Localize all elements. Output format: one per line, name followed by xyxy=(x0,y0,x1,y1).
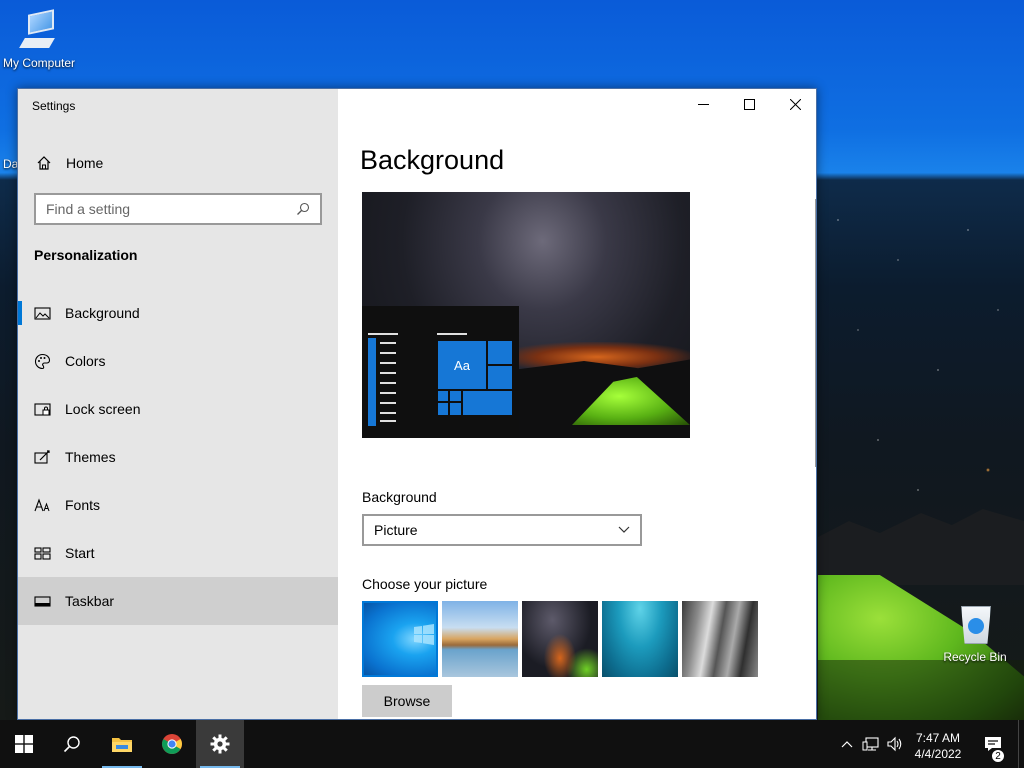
taskbar-icon xyxy=(34,593,51,610)
sidebar-item-label: Lock screen xyxy=(65,401,141,417)
wallpaper-ground xyxy=(818,660,1024,720)
notification-count-badge: 2 xyxy=(991,749,1005,763)
chrome-button[interactable] xyxy=(148,720,196,768)
computer-icon xyxy=(18,9,60,52)
sidebar-item-themes[interactable]: Themes xyxy=(18,433,338,481)
choose-picture-label: Choose your picture xyxy=(362,576,488,592)
minimize-button[interactable] xyxy=(680,89,726,119)
sidebar-item-home[interactable]: Home xyxy=(18,147,338,179)
clock-time: 7:47 AM xyxy=(915,731,961,745)
close-icon xyxy=(789,98,801,110)
browse-button[interactable]: Browse xyxy=(362,685,452,717)
desktop-icon-my-computer[interactable]: My Computer xyxy=(0,9,78,70)
windows-logo-icon xyxy=(414,624,434,645)
sidebar-nav: Background Colors Lock screen Themes Fon… xyxy=(18,289,338,625)
sidebar-item-label: Background xyxy=(65,305,140,321)
search-icon xyxy=(63,736,80,753)
preview-tile-text: Aa xyxy=(437,340,487,390)
settings-window: Settings Home Personalization Background xyxy=(17,88,817,720)
clock[interactable]: 7:47 AM 4/4/2022 xyxy=(906,730,970,762)
thumbnail-underwater-swimmer[interactable] xyxy=(602,601,678,677)
maximize-icon xyxy=(743,98,755,110)
background-label: Background xyxy=(362,489,437,505)
sidebar-item-label: Home xyxy=(66,155,104,171)
sidebar-item-background[interactable]: Background xyxy=(18,289,338,337)
thumbnail-rock-wall[interactable] xyxy=(682,601,758,677)
sidebar-item-start[interactable]: Start xyxy=(18,529,338,577)
speaker-icon xyxy=(887,736,902,752)
chevron-up-icon xyxy=(841,741,853,748)
sidebar-item-label: Fonts xyxy=(65,497,101,513)
start-icon xyxy=(34,545,51,562)
chrome-icon xyxy=(162,734,182,754)
picture-icon xyxy=(34,305,51,322)
thumbnail-windows-blue[interactable] xyxy=(362,601,438,677)
sidebar-item-taskbar[interactable]: Taskbar xyxy=(18,577,338,625)
scrollbar[interactable] xyxy=(815,199,816,467)
sidebar-item-label: Colors xyxy=(65,353,106,369)
sidebar-item-lock-screen[interactable]: Lock screen xyxy=(18,385,338,433)
clock-date: 4/4/2022 xyxy=(914,747,962,761)
sidebar-item-label: Taskbar xyxy=(65,593,115,609)
window-controls xyxy=(680,89,816,119)
section-title: Personalization xyxy=(34,247,138,263)
search-icon[interactable] xyxy=(296,202,310,216)
windows-start-icon xyxy=(15,735,33,753)
thumbnail-beach-rocks[interactable] xyxy=(442,601,518,677)
thumbnail-night-sky-tent[interactable] xyxy=(522,601,598,677)
sidebar-item-label: Start xyxy=(65,545,95,561)
minimize-icon xyxy=(697,103,709,105)
home-icon xyxy=(36,155,52,171)
network-button[interactable] xyxy=(860,720,882,768)
start-menu-preview: Aa xyxy=(362,306,519,438)
settings-taskbar-button[interactable] xyxy=(196,720,244,768)
file-explorer-button[interactable] xyxy=(98,720,146,768)
lock-screen-icon xyxy=(34,401,51,418)
start-button[interactable] xyxy=(0,720,48,768)
file-explorer-icon xyxy=(112,738,132,752)
network-icon xyxy=(862,737,879,751)
search-button[interactable] xyxy=(48,720,96,768)
sidebar-item-fonts[interactable]: Fonts xyxy=(18,481,338,529)
taskbar: 7:47 AM 4/4/2022 xyxy=(0,720,1024,768)
main-content: Background Aa Background Picture Choose … xyxy=(338,89,816,719)
sidebar-item-colors[interactable]: Colors xyxy=(18,337,338,385)
desktop-icon-label: Recycle Bin xyxy=(943,650,1007,664)
themes-icon xyxy=(34,449,51,466)
chevron-down-icon xyxy=(618,526,630,533)
picture-thumbnails xyxy=(362,601,758,677)
dropdown-value: Picture xyxy=(374,522,418,538)
page-title: Background xyxy=(360,145,505,175)
window-title: Settings xyxy=(32,99,76,113)
show-desktop-button[interactable] xyxy=(1018,720,1024,768)
background-type-dropdown[interactable]: Picture xyxy=(362,514,642,546)
background-preview: Aa xyxy=(362,192,690,438)
show-hidden-icons-button[interactable] xyxy=(838,720,856,768)
desktop-icon-recycle-bin[interactable]: Recycle Bin xyxy=(940,602,1010,664)
sidebar-item-label: Themes xyxy=(65,449,116,465)
palette-icon xyxy=(34,353,51,370)
close-button[interactable] xyxy=(772,89,816,119)
wallpaper-stars xyxy=(818,190,1024,520)
search-box[interactable] xyxy=(34,193,322,225)
search-input[interactable] xyxy=(46,201,296,217)
volume-button[interactable] xyxy=(884,720,906,768)
fonts-icon xyxy=(34,497,51,514)
settings-icon xyxy=(210,734,230,754)
recycle-bin-icon xyxy=(957,602,993,646)
desktop-icon-label: My Computer xyxy=(2,56,76,70)
maximize-button[interactable] xyxy=(726,89,772,119)
sidebar: Settings Home Personalization Background xyxy=(18,89,338,719)
